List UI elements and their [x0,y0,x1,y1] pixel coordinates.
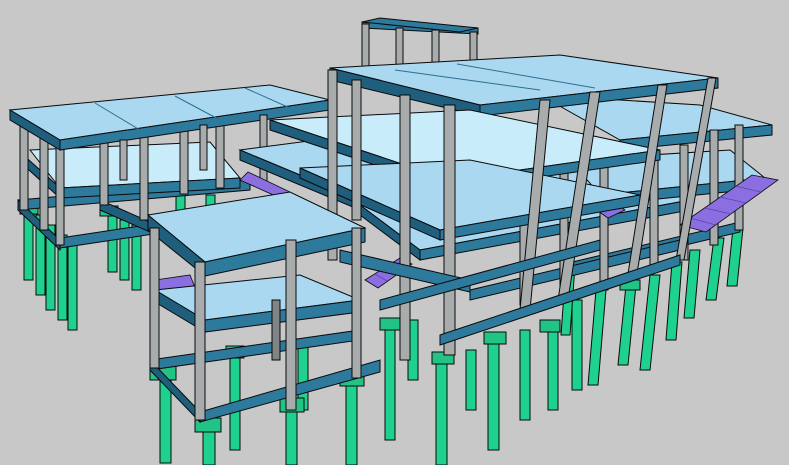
pile-cap [539,319,561,333]
pile [639,274,661,371]
model-viewport[interactable] [0,0,789,465]
column [351,227,362,379]
column [443,104,456,356]
pile [435,359,448,465]
structure-model [8,17,779,465]
column [194,261,206,421]
column [55,139,65,246]
pile [345,377,358,465]
pile [705,237,725,301]
pile-cap [483,331,507,345]
column [351,79,362,221]
pile [465,349,477,411]
pile [285,404,298,465]
pile [67,239,78,331]
column [215,117,225,189]
column [119,139,128,181]
column [139,129,149,221]
pile [587,289,607,386]
column [395,27,404,69]
column [179,123,189,195]
pile [384,329,396,441]
pile [229,349,241,451]
column [199,124,208,171]
front-block-frame [146,191,381,424]
column [149,227,160,369]
column [271,299,281,361]
column [399,94,411,361]
column [734,124,744,231]
pile [107,211,118,273]
beam [149,329,361,371]
pile [571,299,583,391]
column [39,129,49,231]
pile [726,227,744,287]
pile [487,339,500,451]
pile-cap [379,317,403,331]
pile [547,329,559,411]
pile [665,261,683,341]
column [285,239,297,411]
pile [617,284,637,366]
pile [519,329,531,421]
